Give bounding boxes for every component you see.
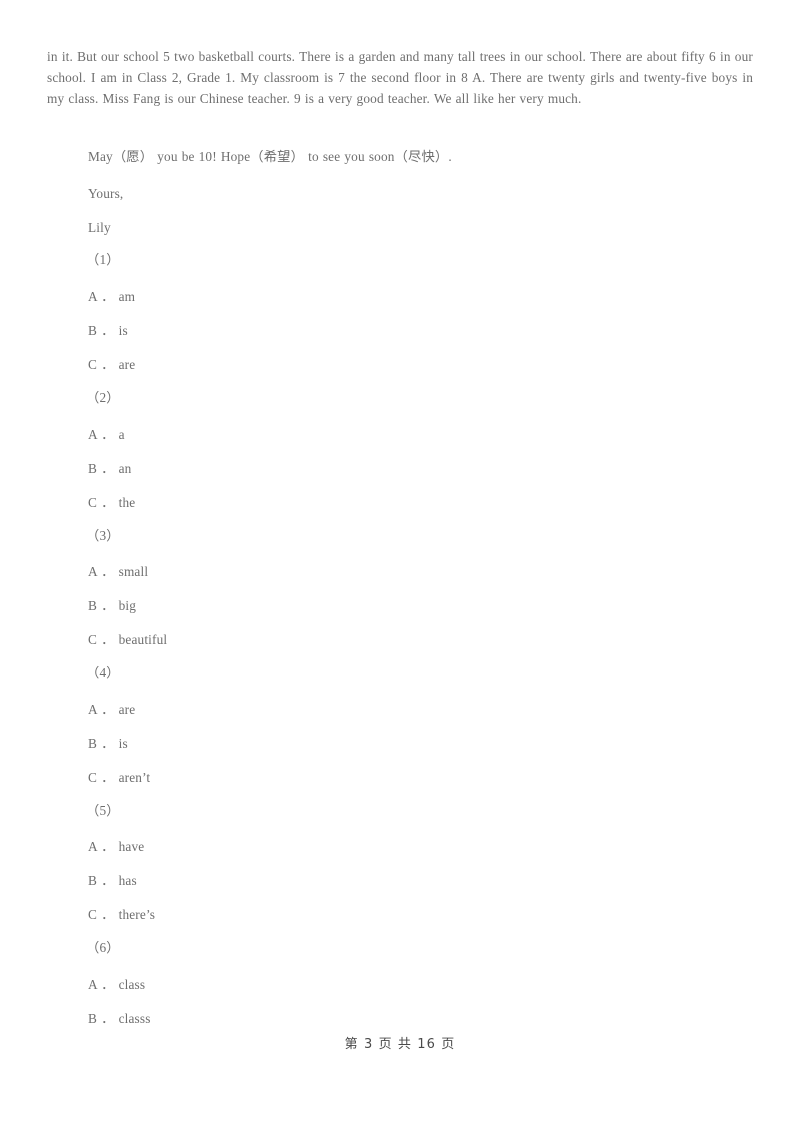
question-number-5: （5） [86,803,120,818]
question-5-option-a[interactable]: A ． have [88,838,144,856]
question-1-option-c[interactable]: C ． are [88,356,135,374]
question-5-option-c[interactable]: C ． there’s [88,906,155,924]
closing-wish-line: May（愿） you be 10! Hope（希望） to see you so… [88,149,452,164]
question-2-option-b[interactable]: B ． an [88,460,131,478]
question-6-option-a[interactable]: A ． class [88,976,145,994]
question-4-option-a[interactable]: A ． are [88,701,135,719]
question-number-1: （1） [86,252,120,267]
question-number-3: （3） [86,528,120,543]
question-3-option-b[interactable]: B ． big [88,597,136,615]
question-number-4: （4） [86,665,120,680]
question-2-option-a[interactable]: A ． a [88,426,125,444]
document-page: in it. But our school 5 two basketball c… [0,0,800,1132]
cloze-passage-text: in it. But our school 5 two basketball c… [47,49,753,107]
question-4-option-c[interactable]: C ． aren’t [88,769,150,787]
page-footer: 第 3 页 共 16 页 [344,1037,456,1052]
question-5-option-b[interactable]: B ． has [88,872,137,890]
closing-signature-line: Lily [88,220,111,235]
question-1-option-b[interactable]: B ． is [88,322,128,340]
closing-signoff-line: Yours, [88,186,124,201]
question-number-2: （2） [86,390,120,405]
question-6-option-b[interactable]: B ． classs [88,1010,151,1028]
question-2-option-c[interactable]: C ． the [88,494,135,512]
question-4-option-b[interactable]: B ． is [88,735,128,753]
question-3-option-a[interactable]: A ． small [88,563,148,581]
question-1-option-a[interactable]: A ． am [88,288,135,306]
question-3-option-c[interactable]: C ． beautiful [88,631,167,649]
question-number-6: （6） [86,940,120,955]
